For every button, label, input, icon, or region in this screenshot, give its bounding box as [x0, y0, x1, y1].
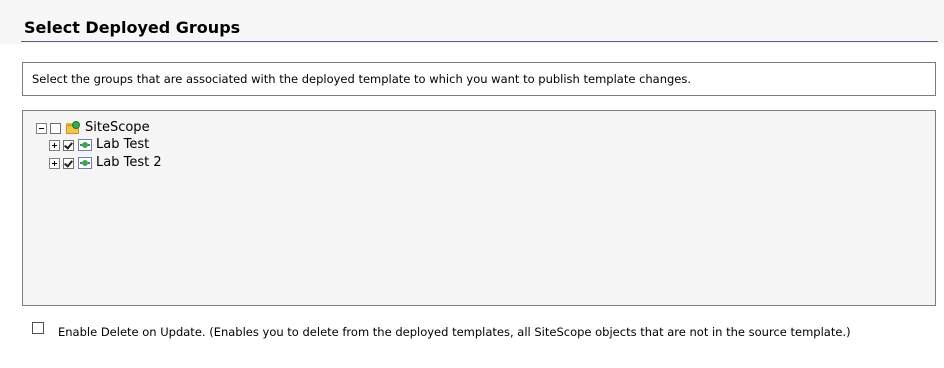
sitescope-folder-icon: [65, 121, 81, 135]
select-deployed-groups-panel: Select Deployed Groups Select the groups…: [0, 0, 944, 368]
group-icon: [78, 139, 92, 151]
tree-checkbox-lab-test[interactable]: [63, 139, 74, 151]
tree-node-lab-test[interactable]: Lab Test: [49, 137, 149, 153]
expand-icon[interactable]: [49, 139, 60, 151]
group-tree: SiteScope Lab Test Lab Test 2: [22, 110, 936, 306]
tree-node-lab-test-2[interactable]: Lab Test 2: [49, 155, 162, 171]
tree-node-label: SiteScope: [85, 120, 150, 135]
tree-checkbox-sitescope[interactable]: [50, 122, 61, 134]
tree-node-label: Lab Test 2: [96, 155, 162, 170]
group-icon: [78, 157, 92, 169]
instructions-box: Select the groups that are associated wi…: [22, 62, 936, 96]
collapse-icon[interactable]: [36, 122, 47, 134]
tree-node-label: Lab Test: [96, 137, 150, 152]
enable-delete-label: Enable Delete on Update. (Enables you to…: [58, 325, 851, 339]
page-title: Select Deployed Groups: [24, 18, 241, 37]
tree-checkbox-lab-test-2[interactable]: [63, 157, 74, 169]
title-divider: [21, 41, 938, 42]
tree-node-sitescope[interactable]: SiteScope: [36, 120, 150, 136]
panel-header: Select Deployed Groups: [0, 0, 944, 44]
instructions-text: Select the groups that are associated wi…: [32, 72, 692, 86]
enable-delete-option: Enable Delete on Update. (Enables you to…: [0, 318, 944, 362]
expand-icon[interactable]: [49, 157, 60, 169]
